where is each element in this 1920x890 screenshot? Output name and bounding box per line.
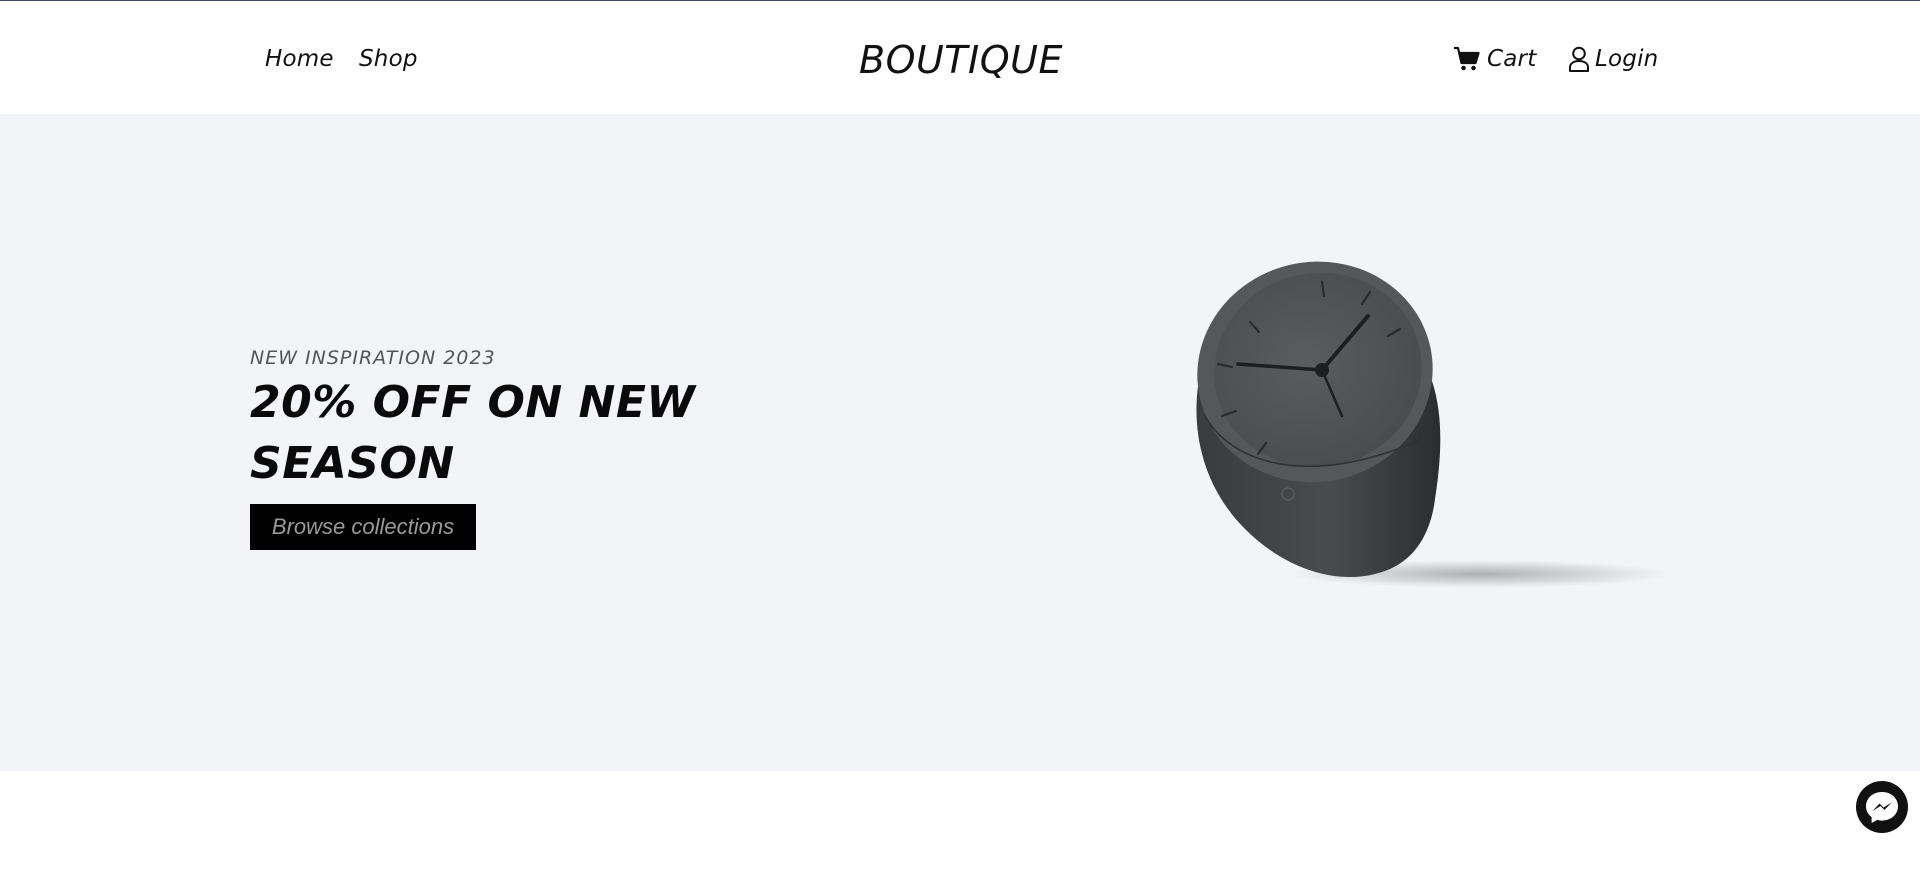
brand-text[interactable]: BOUTIQUE (859, 37, 1063, 83)
login-link[interactable]: Login (1568, 43, 1658, 75)
cart-label: Cart (1487, 46, 1537, 72)
cart-icon (1453, 46, 1481, 72)
login-label: Login (1595, 46, 1659, 72)
browse-collections-button[interactable]: Browse collections (250, 504, 476, 550)
site-header: Home Shop BOUTIQUE Cart Login (0, 1, 1920, 114)
hero-eyebrow: NEW INSPIRATION 2023 (250, 347, 496, 369)
user-icon (1568, 46, 1590, 72)
cart-link[interactable]: Cart (1453, 43, 1536, 75)
desk-clock-image (1160, 254, 1680, 594)
hero-banner: NEW INSPIRATION 2023 20% OFF ON NEW SEAS… (0, 114, 1920, 771)
messenger-icon (1856, 781, 1908, 833)
hero-title: 20% OFF ON NEW SEASON (250, 377, 696, 489)
messenger-chat-button[interactable] (1856, 781, 1908, 833)
